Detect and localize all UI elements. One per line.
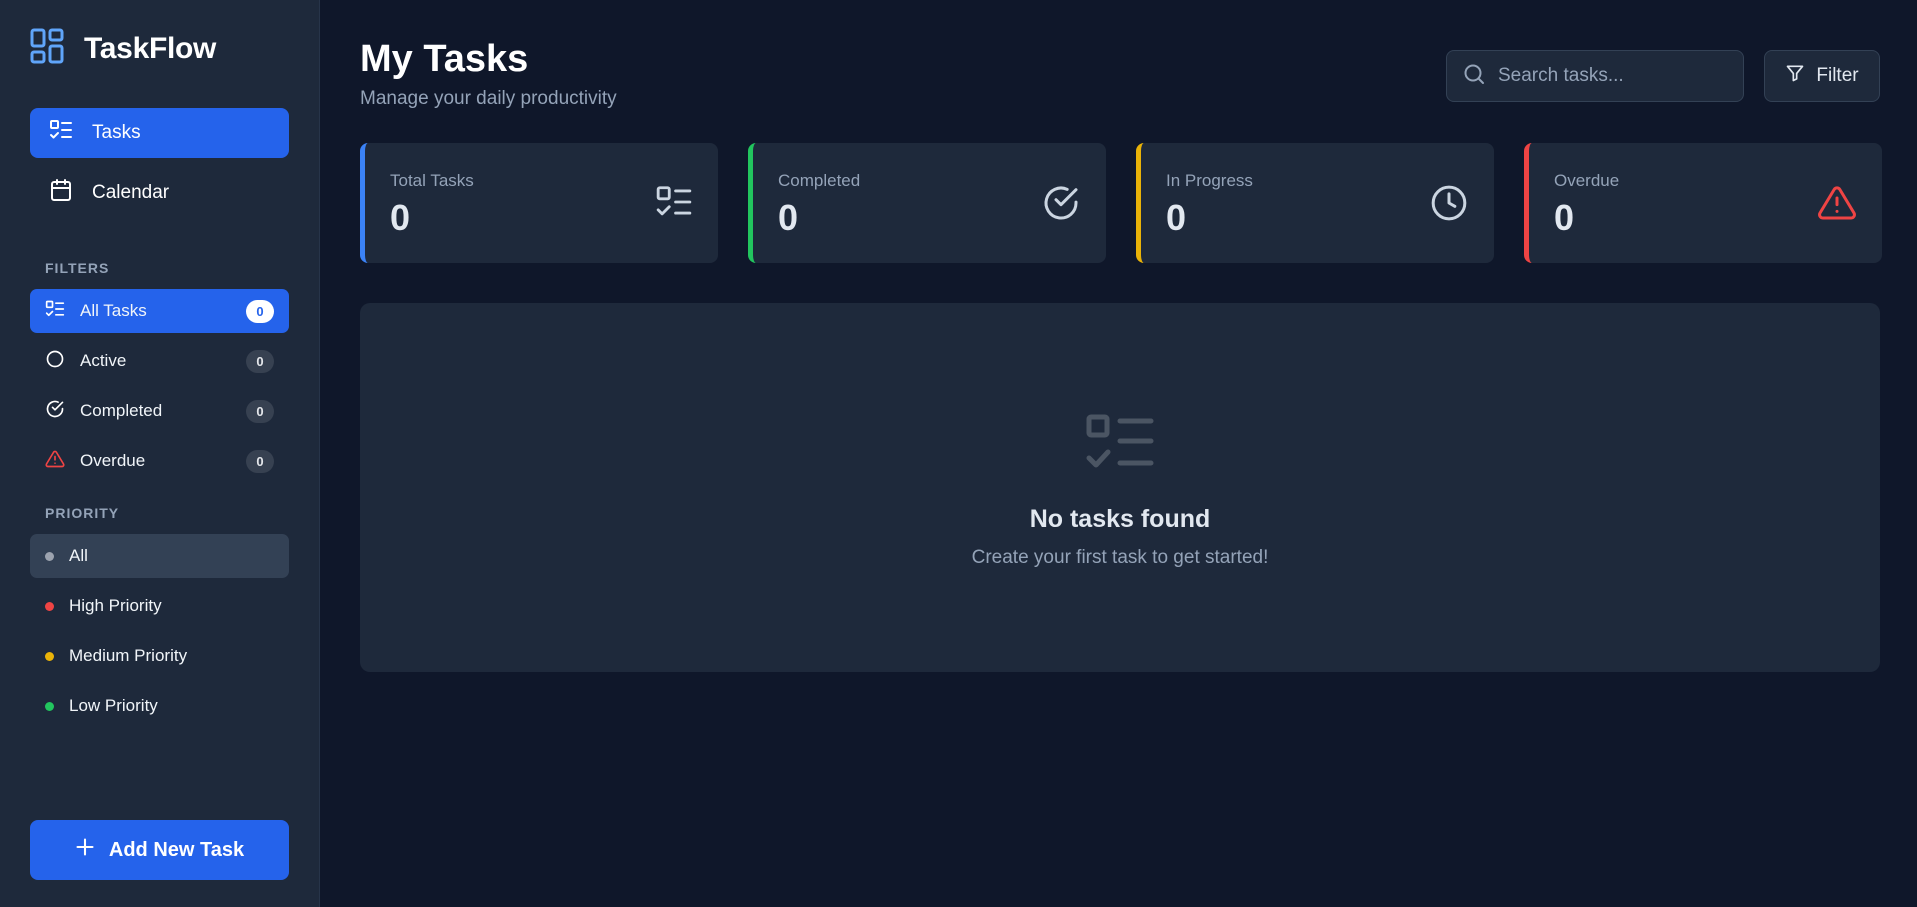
- tasks-list-icon: [1085, 413, 1155, 478]
- priority-dot: [45, 551, 54, 561]
- filter-label: Completed: [80, 401, 163, 420]
- app-name: TaskFlow: [84, 31, 217, 65]
- priority-all[interactable]: All: [30, 534, 289, 578]
- priority-low[interactable]: Low Priority: [30, 684, 289, 728]
- clock-icon: [1429, 183, 1469, 228]
- filter-button-label: Filter: [1816, 65, 1859, 86]
- search-icon: [1462, 62, 1486, 91]
- stat-card-in-progress: In Progress 0: [1136, 143, 1494, 263]
- priority-label: Low Priority: [69, 696, 158, 715]
- stat-label: Overdue: [1554, 171, 1620, 190]
- search-box[interactable]: [1446, 50, 1744, 102]
- grid-logo-icon: [30, 28, 66, 69]
- nav-item-label: Tasks: [92, 122, 141, 143]
- empty-state-subtitle: Create your first task to get started!: [971, 547, 1269, 568]
- stat-value: 0: [1166, 197, 1187, 238]
- stat-card-overdue: Overdue 0: [1524, 143, 1882, 263]
- nav-item-label: Calendar: [92, 182, 170, 203]
- empty-state-title: No tasks found: [1029, 505, 1211, 533]
- add-new-task-button[interactable]: Add New Task: [30, 820, 289, 880]
- stat-label: In Progress: [1166, 171, 1253, 190]
- nav-item-calendar[interactable]: Calendar: [30, 168, 289, 218]
- count-badge: 0: [246, 300, 274, 323]
- tasks-list-icon: [655, 183, 693, 226]
- nav-item-tasks[interactable]: Tasks: [30, 108, 289, 158]
- priority-medium[interactable]: Medium Priority: [30, 634, 289, 678]
- stat-value: 0: [778, 197, 799, 238]
- priority-dot: [45, 601, 54, 611]
- filter-all-tasks[interactable]: All Tasks 0: [30, 289, 289, 333]
- empty-state-panel: No tasks found Create your first task to…: [360, 303, 1880, 672]
- calendar-icon: [49, 178, 73, 208]
- brand[interactable]: TaskFlow: [30, 28, 216, 69]
- tasks-list-icon: [45, 299, 65, 324]
- stat-label: Completed: [778, 171, 861, 190]
- stat-value: 0: [1554, 197, 1575, 238]
- filter-button[interactable]: Filter: [1764, 50, 1880, 102]
- count-badge: 0: [246, 350, 274, 373]
- stat-value: 0: [390, 197, 411, 238]
- warning-icon: [45, 449, 65, 474]
- filter-completed[interactable]: Completed 0: [30, 389, 289, 433]
- priority-heading: PRIORITY: [45, 505, 120, 521]
- priority-dot: [45, 701, 54, 711]
- count-badge: 0: [246, 450, 274, 473]
- filter-label: Active: [80, 351, 127, 370]
- search-input[interactable]: [1498, 65, 1728, 87]
- circle-icon: [45, 349, 65, 374]
- sidebar: TaskFlow Tasks Calendar FILTERS All Task…: [0, 0, 320, 907]
- priority-label: Medium Priority: [69, 646, 188, 665]
- stat-label: Total Tasks: [390, 171, 474, 190]
- warning-icon: [1817, 183, 1857, 228]
- page-subtitle: Manage your daily productivity: [360, 88, 617, 109]
- priority-high[interactable]: High Priority: [30, 584, 289, 628]
- plus-icon: [75, 837, 95, 863]
- page-title: My Tasks: [360, 38, 529, 80]
- filter-label: Overdue: [80, 451, 146, 470]
- filter-overdue[interactable]: Overdue 0: [30, 439, 289, 483]
- stat-card-completed: Completed 0: [748, 143, 1106, 263]
- check-circle-icon: [45, 399, 65, 424]
- funnel-icon: [1785, 63, 1805, 89]
- filter-active[interactable]: Active 0: [30, 339, 289, 383]
- check-circle-icon: [1041, 183, 1081, 228]
- priority-label: High Priority: [69, 596, 162, 615]
- priority-dot: [45, 651, 54, 661]
- stat-card-total: Total Tasks 0: [360, 143, 718, 263]
- count-badge: 0: [246, 400, 274, 423]
- filter-label: All Tasks: [80, 301, 147, 320]
- filters-heading: FILTERS: [45, 260, 110, 276]
- tasks-list-icon: [49, 118, 73, 148]
- priority-label: All: [69, 546, 88, 565]
- add-button-label: Add New Task: [108, 838, 245, 861]
